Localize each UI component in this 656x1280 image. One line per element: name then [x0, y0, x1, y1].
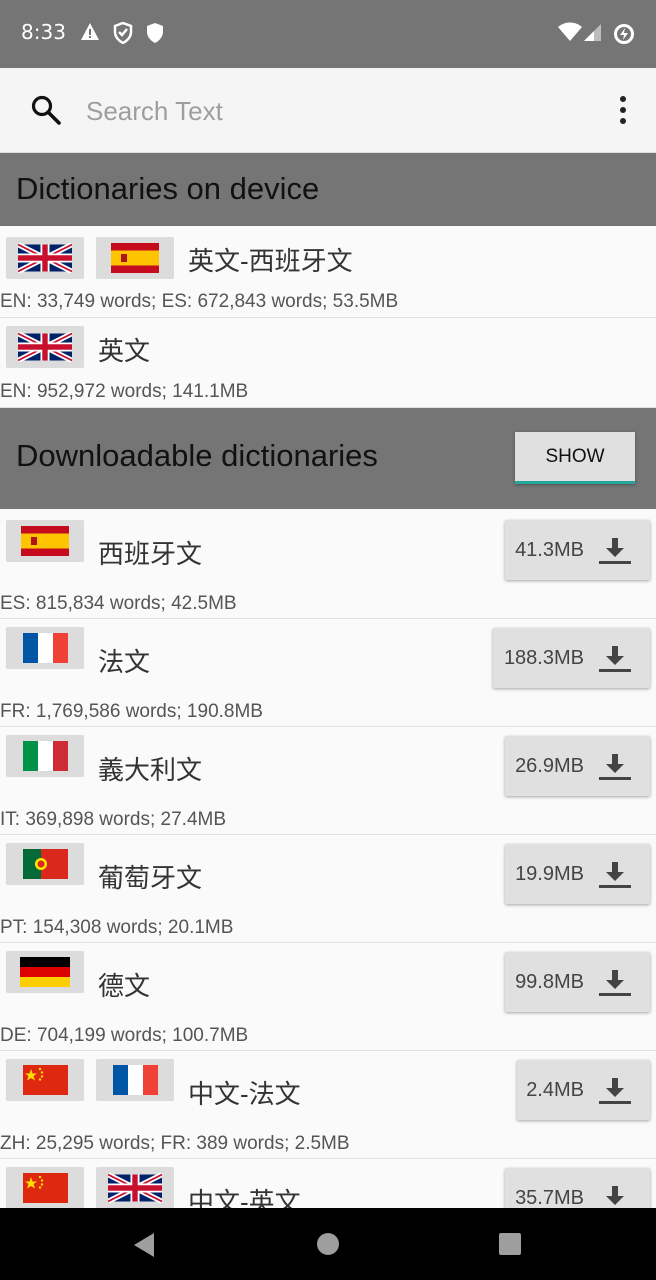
dictionary-info: DE: 704,199 words; 100.7MB: [0, 1025, 249, 1046]
warning-icon: [81, 23, 99, 40]
download-size: 188.3MB: [503, 646, 584, 669]
dictionary-name: 英文: [98, 336, 151, 366]
download-icon: [599, 970, 631, 996]
france-flag-icon: [6, 627, 84, 669]
portugal-flag-icon: [6, 843, 84, 885]
dictionary-info: PT: 154,308 words; 20.1MB: [0, 917, 234, 938]
battery-saver-icon: [614, 24, 634, 44]
shield-icon: [147, 23, 163, 43]
download-icon: [599, 1078, 631, 1104]
on-device-title: Dictionaries on device: [16, 171, 320, 206]
list-item[interactable]: 法文 188.3MB FR: 1,769,586 words; 190.8MB: [0, 619, 656, 727]
downloadable-header: Downloadable dictionaries SHOW: [0, 408, 656, 509]
dictionary-name: 西班牙文: [98, 539, 203, 569]
italy-flag-icon: [6, 735, 84, 777]
china-flag-icon: [6, 1059, 84, 1101]
download-button[interactable]: 35.7MB: [505, 1168, 650, 1208]
list-item[interactable]: 葡萄牙文 19.9MB PT: 154,308 words; 20.1MB: [0, 835, 656, 943]
download-button[interactable]: 26.9MB: [505, 736, 650, 796]
download-button[interactable]: 2.4MB: [517, 1060, 650, 1120]
download-icon: [599, 862, 631, 888]
download-size: 2.4MB: [526, 1078, 584, 1101]
france-flag-icon: [96, 1059, 174, 1101]
download-button[interactable]: 41.3MB: [505, 520, 650, 580]
download-icon: [599, 538, 631, 564]
dictionary-name: 中文-法文: [188, 1079, 301, 1109]
back-icon[interactable]: [132, 1232, 156, 1258]
on-device-header: Dictionaries on device: [0, 153, 656, 226]
dictionary-name: 德文: [98, 971, 151, 1001]
download-button[interactable]: 19.9MB: [505, 844, 650, 904]
dictionary-name: 中文-英文: [188, 1187, 301, 1208]
search-icon[interactable]: [30, 94, 62, 126]
search-input[interactable]: [84, 90, 568, 132]
overflow-menu-icon[interactable]: [608, 94, 638, 126]
dictionary-info: ZH: 25,295 words; FR: 389 words; 2.5MB: [0, 1133, 350, 1154]
navigation-bar: [0, 1208, 656, 1280]
list-item[interactable]: 西班牙文 41.3MB ES: 815,834 words; 42.5MB: [0, 510, 656, 619]
dictionary-name: 法文: [98, 647, 151, 677]
download-size: 19.9MB: [515, 862, 584, 885]
china-flag-icon: [6, 1167, 84, 1208]
dictionary-info: IT: 369,898 words; 27.4MB: [0, 809, 227, 830]
status-time: 8:33: [21, 20, 66, 44]
dictionary-info: EN: 952,972 words; 141.1MB: [0, 381, 249, 402]
download-size: 99.8MB: [515, 970, 584, 993]
download-icon: [599, 646, 631, 672]
list-item[interactable]: 英文 EN: 952,972 words; 141.1MB: [0, 318, 656, 408]
uk-flag-icon: [96, 1167, 174, 1208]
list-item[interactable]: 德文 99.8MB DE: 704,199 words; 100.7MB: [0, 943, 656, 1051]
list-item[interactable]: 中文-英文 35.7MB: [0, 1159, 656, 1208]
download-size: 35.7MB: [515, 1186, 584, 1209]
uk-flag-icon: [6, 237, 84, 279]
dictionary-name: 葡萄牙文: [98, 863, 203, 893]
recents-icon[interactable]: [498, 1232, 522, 1256]
download-size: 41.3MB: [515, 538, 584, 561]
list-item[interactable]: 英文-西班牙文 EN: 33,749 words; ES: 672,843 wo…: [0, 227, 656, 318]
dictionary-info: EN: 33,749 words; ES: 672,843 words; 53.…: [0, 291, 399, 312]
download-icon: [606, 1186, 624, 1205]
search-toolbar: [0, 68, 656, 153]
dictionary-name: 英文-西班牙文: [188, 246, 353, 276]
download-button[interactable]: 99.8MB: [505, 952, 650, 1012]
dictionary-info: FR: 1,769,586 words; 190.8MB: [0, 701, 263, 722]
list-item[interactable]: 中文-法文 2.4MB ZH: 25,295 words; FR: 389 wo…: [0, 1051, 656, 1159]
germany-flag-icon: [6, 951, 84, 993]
dictionary-info: ES: 815,834 words; 42.5MB: [0, 593, 237, 614]
shield-check-icon: [113, 22, 133, 44]
uk-flag-icon: [6, 326, 84, 368]
download-icon: [599, 754, 631, 780]
download-size: 26.9MB: [515, 754, 584, 777]
signal-icon: [584, 24, 601, 41]
list-item[interactable]: 義大利文 26.9MB IT: 369,898 words; 27.4MB: [0, 727, 656, 835]
home-icon[interactable]: [316, 1232, 340, 1256]
status-bar: 8:33: [0, 0, 656, 68]
downloadable-title: Downloadable dictionaries: [16, 438, 378, 473]
dictionary-name: 義大利文: [98, 755, 203, 785]
show-button[interactable]: SHOW: [515, 432, 635, 484]
spain-flag-icon: [6, 520, 84, 562]
spain-flag-icon: [96, 237, 174, 279]
download-button[interactable]: 188.3MB: [493, 628, 650, 688]
wifi-icon: [558, 22, 582, 41]
